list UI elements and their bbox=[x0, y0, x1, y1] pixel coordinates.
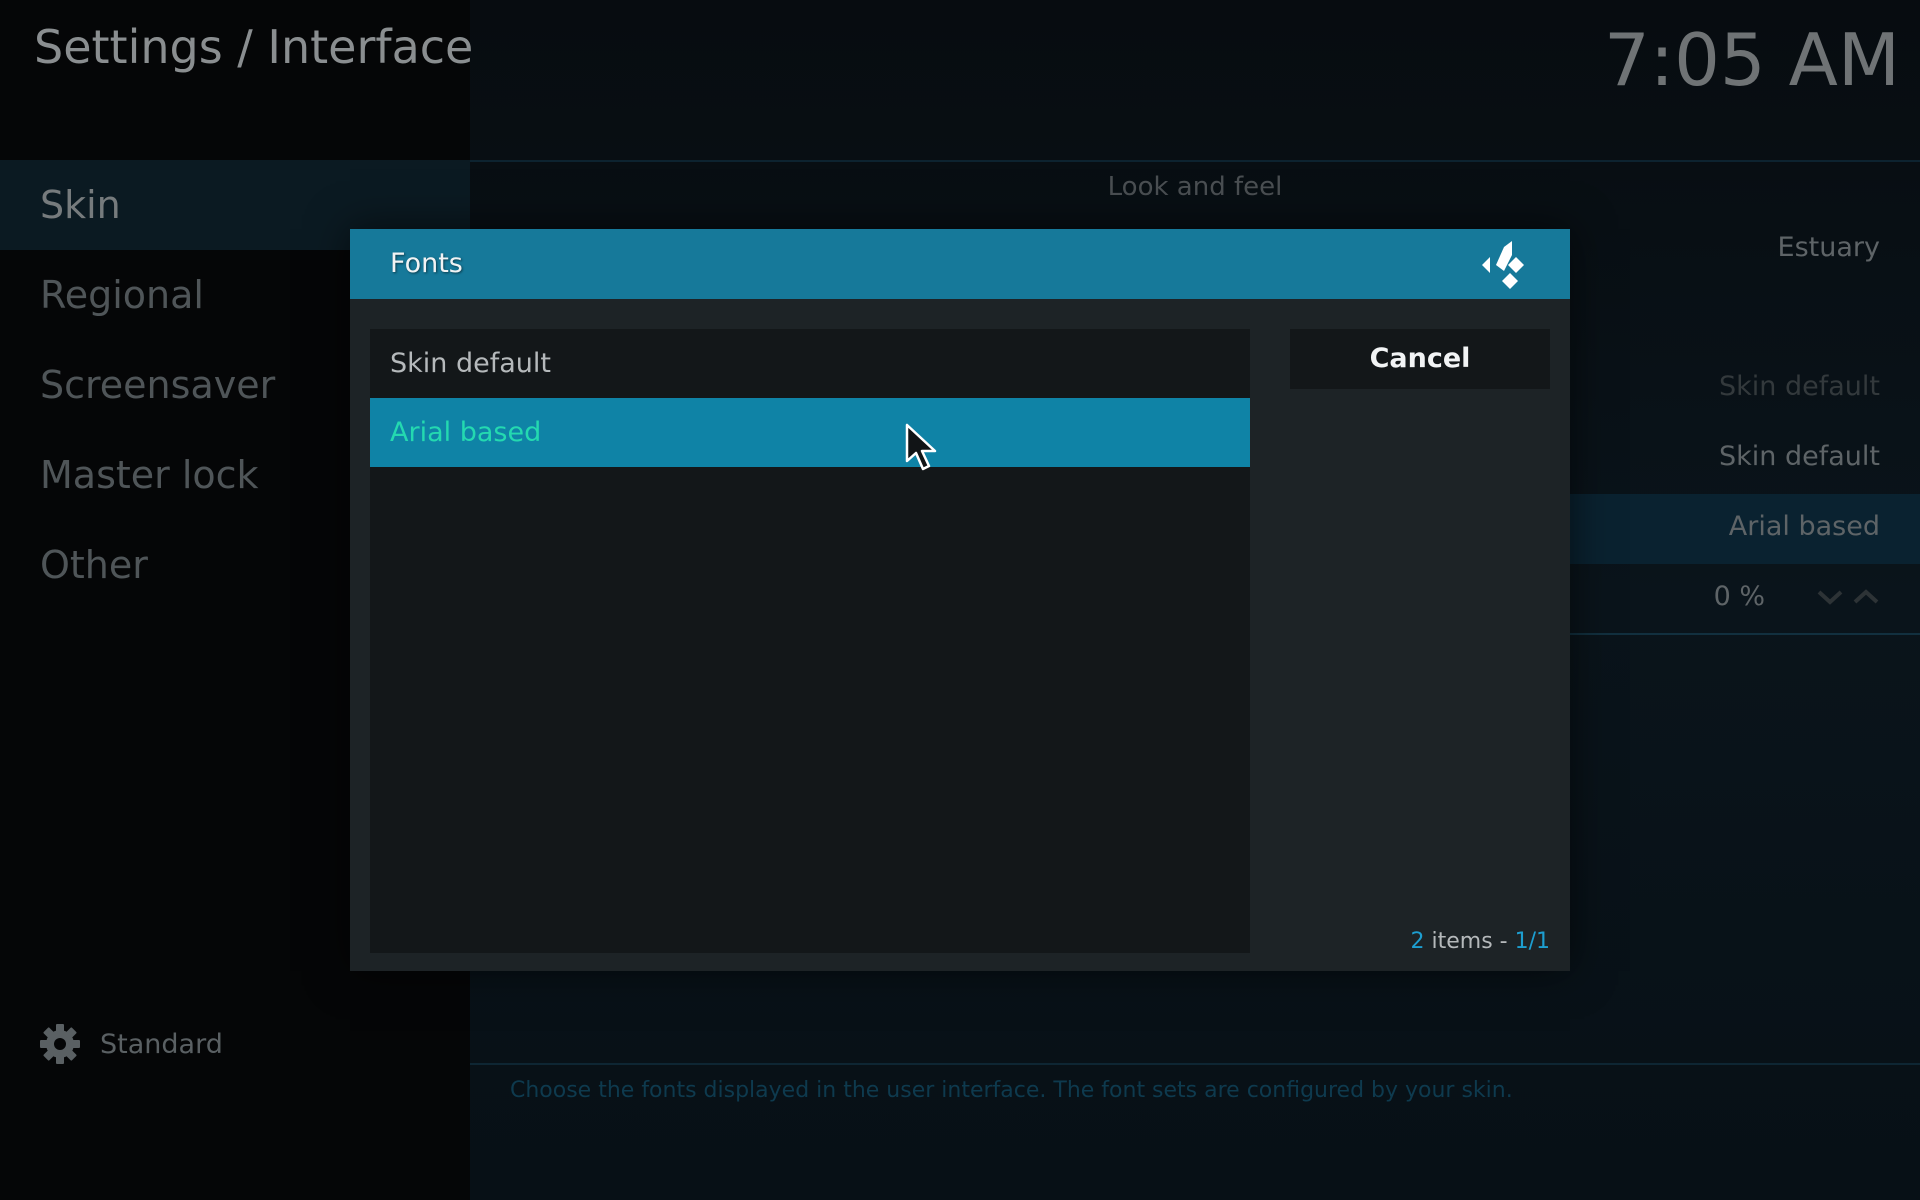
dialog-title: Fonts bbox=[390, 248, 463, 279]
setting-value-theme[interactable]: Skin default bbox=[1719, 441, 1880, 472]
setting-value-skin[interactable]: Estuary bbox=[1778, 232, 1880, 263]
font-list: Skin default Arial based bbox=[370, 329, 1250, 953]
section-label: Look and feel bbox=[1107, 172, 1283, 202]
row-divider bbox=[1570, 633, 1920, 635]
list-item-arial-based[interactable]: Arial based bbox=[370, 398, 1250, 467]
settings-level-label: Standard bbox=[100, 1028, 223, 1060]
mouse-pointer-icon bbox=[905, 423, 937, 471]
footer-divider bbox=[470, 1063, 1920, 1065]
page-title: Settings / Interface bbox=[34, 20, 474, 74]
fonts-dialog: Fonts Skin default Arial based Cancel 2 … bbox=[350, 229, 1570, 971]
spin-control[interactable] bbox=[1815, 585, 1885, 616]
setting-value-disabled: Skin default bbox=[1719, 371, 1880, 402]
cancel-button[interactable]: Cancel bbox=[1290, 329, 1550, 389]
settings-level-button[interactable]: Standard bbox=[38, 1022, 223, 1066]
gear-icon bbox=[40, 1024, 80, 1064]
list-item-skin-default[interactable]: Skin default bbox=[370, 329, 1250, 398]
dialog-header: Fonts bbox=[350, 229, 1570, 299]
items-count: 2 items - 1/1 bbox=[1411, 929, 1551, 954]
chevron-down-up-icon bbox=[1817, 589, 1879, 605]
kodi-logo-icon bbox=[1482, 241, 1524, 289]
header-divider bbox=[470, 160, 1920, 162]
items-page: 1/1 bbox=[1514, 929, 1550, 954]
setting-value-fonts[interactable]: Arial based bbox=[1729, 511, 1880, 542]
items-text: items - bbox=[1424, 929, 1515, 954]
setting-description: Choose the fonts displayed in the user i… bbox=[510, 1078, 1513, 1103]
setting-value-zoom[interactable]: 0 % bbox=[1714, 581, 1765, 612]
items-total: 2 bbox=[1410, 929, 1425, 954]
clock: 7:05 AM bbox=[1604, 18, 1900, 102]
